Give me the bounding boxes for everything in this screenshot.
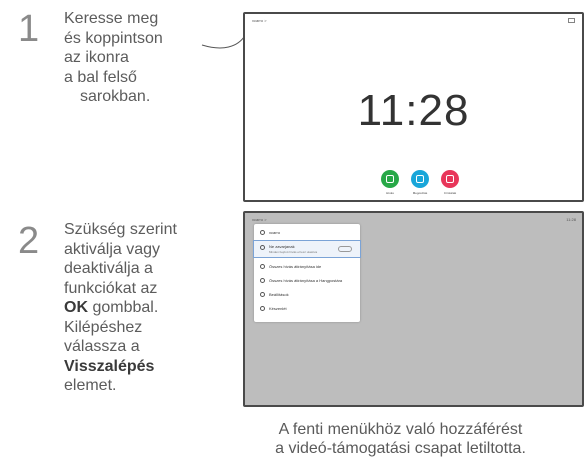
share-label: Megosztás <box>412 191 428 195</box>
menu-item-label: Ne zavarjanak <box>269 244 295 249</box>
footer-line: a videó-támogatási csapat letiltotta. <box>275 440 526 457</box>
step-1-line: az ikonra <box>64 49 129 66</box>
step-2-line: funkciókat az <box>64 279 158 297</box>
step-1-line: sarokban. <box>80 88 151 105</box>
menu-item-xcarro[interactable]: xcarro <box>254 226 360 239</box>
menu-item-forward-voicemail[interactable]: Összes hívás átirányítása a Hangpostára <box>254 274 360 287</box>
home-screen: xcarro > 11:28 Hívás Megosztás Címtárak <box>243 12 584 202</box>
footer-line: A fenti menükhöz való hozzáférést <box>278 421 523 438</box>
menu-item-standby[interactable]: Készenlét <box>254 302 360 315</box>
step-2-line: válassza a <box>64 338 140 355</box>
directory-button[interactable] <box>441 170 459 188</box>
call-buttons: Hívás Megosztás Címtárak <box>375 170 465 200</box>
step-2-line: Szükség szerint <box>64 221 177 238</box>
call-label: Hívás <box>386 191 394 195</box>
settings-menu: xcarro Ne zavarjanak Minden bejövő hívás… <box>253 224 361 322</box>
call-button[interactable] <box>381 170 399 188</box>
step-2-ok-line: OK gombbal. <box>64 298 177 318</box>
menu-item-label: Összes hívás átirányítása ide <box>269 264 322 269</box>
menu-item-label: xcarro <box>269 230 281 235</box>
menu-item-label: Beállítások <box>269 292 289 297</box>
screen-icon <box>568 18 575 23</box>
menu-item-label: Összes hívás átirányítása a Hangpostára <box>269 278 343 283</box>
step-1-text: Keresse meg és koppintson az ikonra a ba… <box>64 9 163 107</box>
footer-note: A fenti menükhöz való hozzáférést a vide… <box>217 420 584 458</box>
directory-label: Címtárak <box>443 191 457 195</box>
do-not-disturb-toggle[interactable] <box>338 246 352 252</box>
step-1-line: Keresse meg <box>64 10 159 27</box>
do-not-disturb-icon <box>260 245 265 250</box>
ok-word: OK <box>64 299 88 316</box>
menu-item-sublabel: Minden bejövő hívás el lesz utasítva <box>269 250 318 254</box>
menu-item-label: Készenlét <box>269 306 287 311</box>
voicemail-icon <box>260 278 265 283</box>
step-1-line: és koppintson <box>64 29 163 47</box>
menu-item-settings[interactable]: Beállítások <box>254 288 360 301</box>
step-2-line: aktiválja vagy <box>64 240 161 258</box>
ok-suffix: gombbal. <box>88 299 159 316</box>
step-1-line: a bal felső <box>64 68 137 86</box>
forward-icon <box>260 264 265 269</box>
top-left-menu-icon[interactable]: xcarro > <box>252 18 267 23</box>
step-2-line: deaktiválja a <box>64 260 153 277</box>
gear-icon <box>260 292 265 297</box>
step-2-line: elemet. <box>64 377 117 394</box>
step-2-back-line: Visszalépés <box>64 357 177 377</box>
share-button[interactable] <box>411 170 429 188</box>
back-word: Visszalépés <box>64 357 155 375</box>
location-icon <box>260 230 265 235</box>
step-2-number: 2 <box>18 220 40 262</box>
step-1-number: 1 <box>18 8 40 50</box>
top-right-time: 11:28 <box>566 217 576 222</box>
top-left-menu-icon[interactable]: xcarro > <box>252 217 267 222</box>
step-2-line: Kilépéshez <box>64 318 143 336</box>
menu-item-do-not-disturb[interactable]: Ne zavarjanak Minden bejövő hívás el les… <box>253 240 361 258</box>
menu-item-forward-all[interactable]: Összes hívás átirányítása ide <box>254 260 360 273</box>
step-2-text: Szükség szerint aktiválja vagy deaktivál… <box>64 220 177 396</box>
menu-screen: xcarro > 11:28 xcarro Ne zavarjanak Mind… <box>243 211 584 407</box>
power-icon <box>260 306 265 311</box>
clock: 11:28 <box>357 86 470 135</box>
